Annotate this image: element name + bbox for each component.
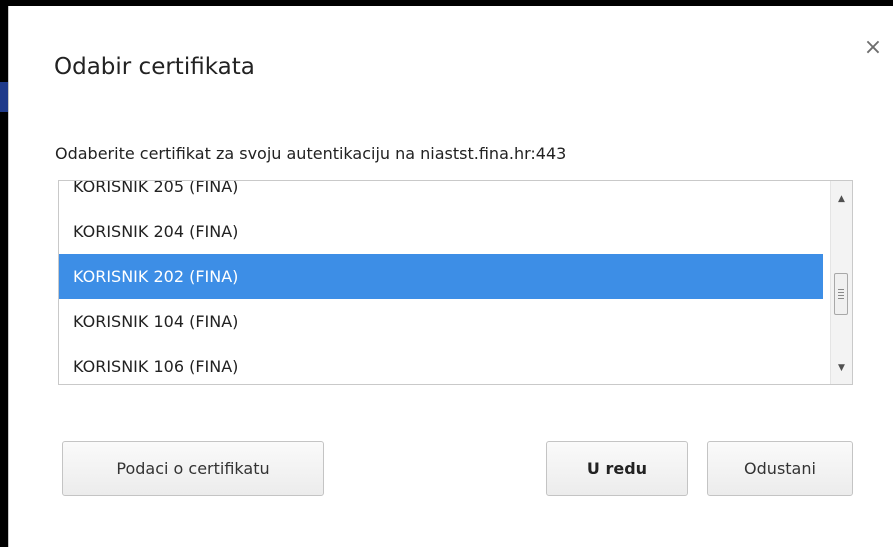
certificate-list-items: KORISNIK 205 (FINA) KORISNIK 204 (FINA) … — [59, 181, 823, 384]
list-item-selected[interactable]: KORISNIK 202 (FINA) — [59, 254, 823, 299]
scroll-up-arrow-icon[interactable]: ▲ — [831, 189, 852, 209]
list-item[interactable]: KORISNIK 106 (FINA) — [59, 344, 823, 384]
list-item[interactable]: KORISNIK 204 (FINA) — [59, 209, 823, 254]
dialog-subtitle: Odaberite certifikat za svoju autentikac… — [55, 144, 567, 163]
grip-line — [838, 292, 844, 293]
ok-button[interactable]: U redu — [546, 441, 688, 496]
scroll-down-arrow-icon[interactable]: ▼ — [831, 358, 852, 378]
scroll-thumb[interactable] — [834, 273, 848, 315]
close-icon[interactable]: × — [861, 36, 885, 60]
list-item[interactable]: KORISNIK 104 (FINA) — [59, 299, 823, 344]
screen: × Odabir certifikata Odaberite certifika… — [0, 0, 893, 547]
dialog-title: Odabir certifikata — [54, 54, 255, 80]
cancel-button[interactable]: Odustani — [707, 441, 853, 496]
certificate-dialog: × Odabir certifikata Odaberite certifika… — [8, 6, 893, 547]
certificate-details-button[interactable]: Podaci o certifikatu — [62, 441, 324, 496]
scrollbar[interactable]: ▲ ▼ — [830, 181, 852, 384]
grip-line — [838, 295, 844, 296]
certificate-list[interactable]: KORISNIK 205 (FINA) KORISNIK 204 (FINA) … — [58, 180, 853, 385]
grip-line — [838, 298, 844, 299]
list-item[interactable]: KORISNIK 205 (FINA) — [59, 181, 823, 209]
grip-line — [838, 289, 844, 290]
page-edge-accent — [0, 82, 8, 112]
